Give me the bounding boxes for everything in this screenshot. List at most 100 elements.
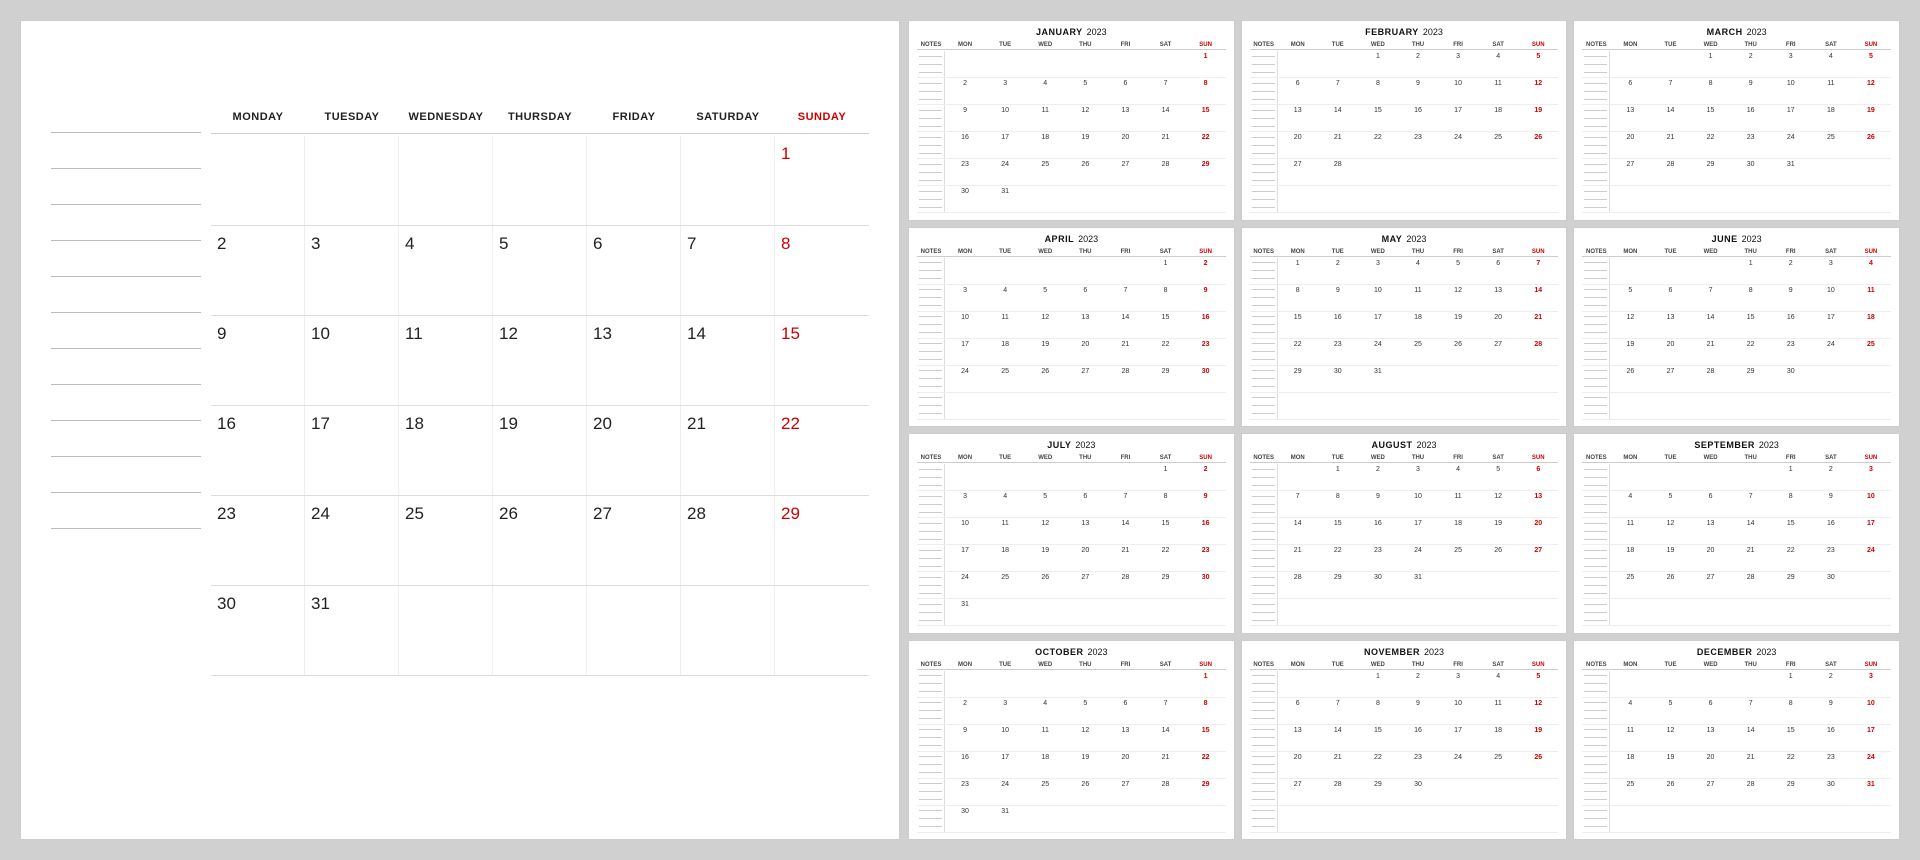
mini-day-w1d5: 13 xyxy=(1478,285,1518,311)
mini-notes-cell xyxy=(917,258,945,284)
mini-notes-cell xyxy=(917,51,945,77)
mini-day-w5d1 xyxy=(985,393,1025,419)
mini-day-w3d1: 21 xyxy=(1650,132,1690,158)
mini-day-w2d2: 15 xyxy=(1358,105,1398,131)
mini-day-w5d1 xyxy=(1318,186,1358,212)
mini-day-w5d5 xyxy=(1811,599,1851,625)
mini-day-w0d6: 2 xyxy=(1186,464,1226,490)
mini-notes-cell xyxy=(1250,671,1278,697)
mini-notes-cell xyxy=(1582,518,1610,544)
mini-note-line xyxy=(1252,826,1275,827)
day-cell-w3d6: 22 xyxy=(775,406,869,495)
mini-day-w3d6: 23 xyxy=(1186,545,1226,571)
mini-note-line xyxy=(1252,612,1275,613)
mini-note-line xyxy=(1252,550,1275,551)
mini-week-4: 2728293031 xyxy=(1582,159,1891,186)
mini-day-w1d5: 11 xyxy=(1478,698,1518,724)
header-mon: MONDAY xyxy=(211,107,305,127)
mini-note-line xyxy=(1252,818,1275,819)
mini-note-line xyxy=(1584,756,1607,757)
mini-col-head-wed: WED xyxy=(1025,41,1065,49)
mini-day-w1d6: 9 xyxy=(1186,491,1226,517)
mini-note-line xyxy=(919,756,942,757)
mini-note-line xyxy=(1252,566,1275,567)
mini-day-w0d2 xyxy=(1691,671,1731,697)
mini-week-3: 17181920212223 xyxy=(917,339,1226,366)
mini-col-head-sun: SUN xyxy=(1186,661,1226,669)
mini-day-w3d2: 18 xyxy=(1025,132,1065,158)
mini-note-line xyxy=(919,620,942,621)
mini-notes-cell xyxy=(917,698,945,724)
mini-day-w5d4 xyxy=(1438,186,1478,212)
mini-day-w3d2: 20 xyxy=(1691,752,1731,778)
mini-week-1: 78910111213 xyxy=(1250,491,1559,518)
mini-day-w3d4: 20 xyxy=(1105,132,1145,158)
mini-day-w5d5 xyxy=(1145,393,1185,419)
mini-header-march: MARCH2023 xyxy=(1582,27,1891,37)
mini-day-w4d5: 28 xyxy=(1145,779,1185,805)
mini-note-line xyxy=(1584,577,1607,578)
mini-day-w4d3: 31 xyxy=(1398,572,1438,598)
mini-notes-cell xyxy=(917,78,945,104)
mini-day-w5d0 xyxy=(1610,599,1650,625)
mini-week-0: 12345 xyxy=(1250,51,1559,78)
mini-notes-cell xyxy=(1250,599,1278,625)
mini-day-w4d2: 31 xyxy=(1358,366,1398,392)
mini-note-line xyxy=(1584,91,1607,92)
mini-week-2: 13141516171819 xyxy=(1250,105,1559,132)
mini-day-w5d2 xyxy=(1025,806,1065,832)
week-row-2: 9101112131415 xyxy=(211,316,869,406)
mini-day-w3d2: 18 xyxy=(1025,752,1065,778)
mini-day-w3d4: 22 xyxy=(1771,752,1811,778)
mini-notes-cell xyxy=(1582,366,1610,392)
mini-col-head-sun: SUN xyxy=(1518,661,1558,669)
mini-note-line xyxy=(1252,199,1275,200)
mini-notes-cell xyxy=(1582,339,1610,365)
mini-week-2: 14151617181920 xyxy=(1250,518,1559,545)
mini-day-w5d0 xyxy=(1610,806,1650,832)
mini-day-w4d2: 28 xyxy=(1691,366,1731,392)
mini-note-line xyxy=(1252,359,1275,360)
day-cell-w3d2: 18 xyxy=(399,406,493,495)
mini-day-w3d6: 25 xyxy=(1851,339,1891,365)
mini-day-w0d5: 6 xyxy=(1478,258,1518,284)
mini-note-line xyxy=(919,397,942,398)
mini-col-head-notes: NOTES xyxy=(1582,454,1610,462)
mini-note-line xyxy=(1584,351,1607,352)
mini-day-w4d6 xyxy=(1851,159,1891,185)
mini-day-w3d2: 21 xyxy=(1691,339,1731,365)
mini-day-w3d3: 21 xyxy=(1731,545,1771,571)
mini-note-line xyxy=(919,512,942,513)
mini-note-line xyxy=(919,737,942,738)
mini-note-line xyxy=(1252,316,1275,317)
mini-col-head-mon: MON xyxy=(1610,248,1650,256)
mini-col-head-tue: TUE xyxy=(1650,454,1690,462)
mini-day-w1d2: 10 xyxy=(1358,285,1398,311)
day-cell-w3d0: 16 xyxy=(211,406,305,495)
mini-day-w5d5 xyxy=(1811,186,1851,212)
mini-note-line xyxy=(1584,764,1607,765)
mini-note-line xyxy=(1584,118,1607,119)
mini-header-january: JANUARY2023 xyxy=(917,27,1226,37)
mini-day-w4d1: 26 xyxy=(1650,572,1690,598)
mini-day-w3d2: 20 xyxy=(1691,545,1731,571)
mini-note-line xyxy=(919,799,942,800)
mini-day-w5d2 xyxy=(1358,393,1398,419)
mini-day-w5d6 xyxy=(1518,599,1558,625)
mini-day-w1d1: 7 xyxy=(1650,78,1690,104)
mini-day-w1d6: 12 xyxy=(1518,78,1558,104)
mini-week-2: 9101112131415 xyxy=(917,725,1226,752)
mini-week-3: 20212223242526 xyxy=(1250,752,1559,779)
mini-day-w2d5: 19 xyxy=(1478,518,1518,544)
mini-week-5 xyxy=(1250,393,1559,420)
mini-notes-cell xyxy=(1582,51,1610,77)
mini-week-3: 17181920212223 xyxy=(917,545,1226,572)
mini-day-w5d0 xyxy=(1278,393,1318,419)
mini-note-line xyxy=(919,710,942,711)
mini-day-w5d6 xyxy=(1186,186,1226,212)
main-title xyxy=(51,41,869,89)
mini-col-head-notes: NOTES xyxy=(1582,41,1610,49)
mini-col-head-fri: FRI xyxy=(1438,248,1478,256)
mini-day-w5d2 xyxy=(1691,599,1731,625)
mini-day-w1d3: 11 xyxy=(1398,285,1438,311)
